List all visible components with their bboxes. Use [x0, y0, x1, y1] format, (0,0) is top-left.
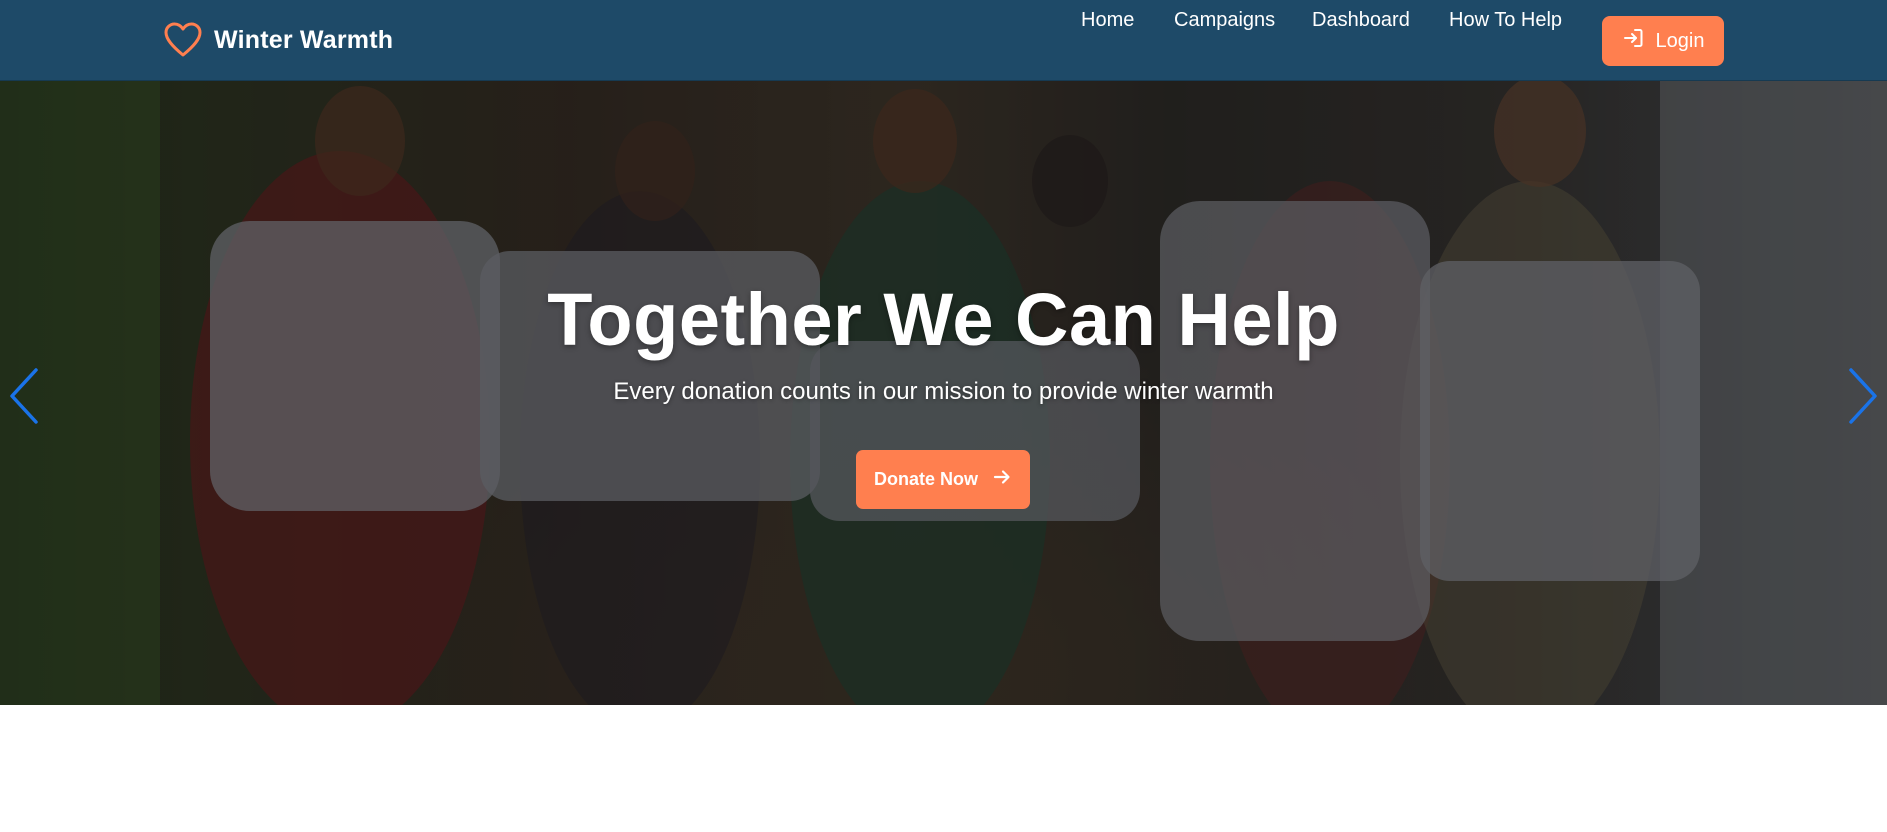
hero-subtitle: Every donation counts in our mission to …	[613, 378, 1274, 405]
nav-link-campaigns[interactable]: Campaigns	[1174, 0, 1275, 40]
donate-now-button[interactable]: Donate Now	[856, 450, 1030, 509]
nav-link-how-to-help[interactable]: How To Help	[1449, 0, 1562, 40]
donate-now-label: Donate Now	[873, 469, 978, 489]
login-icon	[1622, 27, 1644, 55]
navbar: Winter Warmth Home Campaigns Dashboard H…	[0, 0, 1887, 81]
page-content-area	[0, 705, 1887, 832]
login-label: Login	[1655, 29, 1705, 52]
login-button[interactable]: Login	[1602, 16, 1724, 66]
hero-title: Together We Can Help	[547, 278, 1340, 361]
nav-link-home[interactable]: Home	[1081, 0, 1134, 40]
nav-link-dashboard[interactable]: Dashboard	[1312, 0, 1410, 40]
arrow-right-icon	[992, 467, 1012, 492]
brand-logo[interactable]: Winter Warmth	[164, 20, 393, 60]
heart-icon	[164, 22, 202, 58]
brand-name: Winter Warmth	[214, 25, 394, 54]
hero-carousel: Together We Can Help Every donation coun…	[0, 81, 1887, 705]
